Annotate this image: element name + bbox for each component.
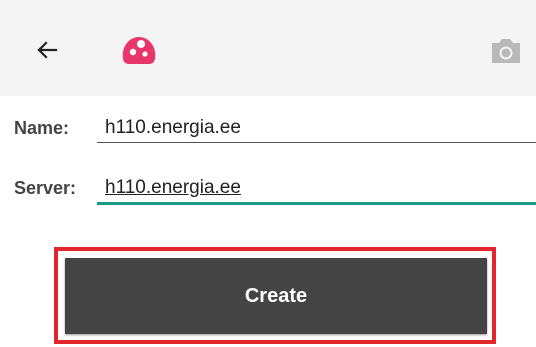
create-server-screen: Name: Server: h110.energia.ee Create <box>0 0 536 347</box>
arrow-left-icon <box>37 41 58 59</box>
server-field-underline <box>97 202 536 205</box>
server-input-value: h110.energia.ee <box>105 177 241 198</box>
app-logo-icon <box>118 33 160 67</box>
server-input[interactable]: h110.energia.ee <box>97 173 527 203</box>
camera-icon <box>492 39 520 63</box>
camera-button[interactable] <box>486 35 526 67</box>
back-button[interactable] <box>30 33 64 67</box>
create-button[interactable]: Create <box>65 258 487 334</box>
name-input[interactable] <box>97 113 527 143</box>
toolbar <box>0 0 536 96</box>
server-label: Server: <box>14 178 77 198</box>
name-label: Name: <box>14 118 70 138</box>
name-field-underline <box>97 142 536 143</box>
